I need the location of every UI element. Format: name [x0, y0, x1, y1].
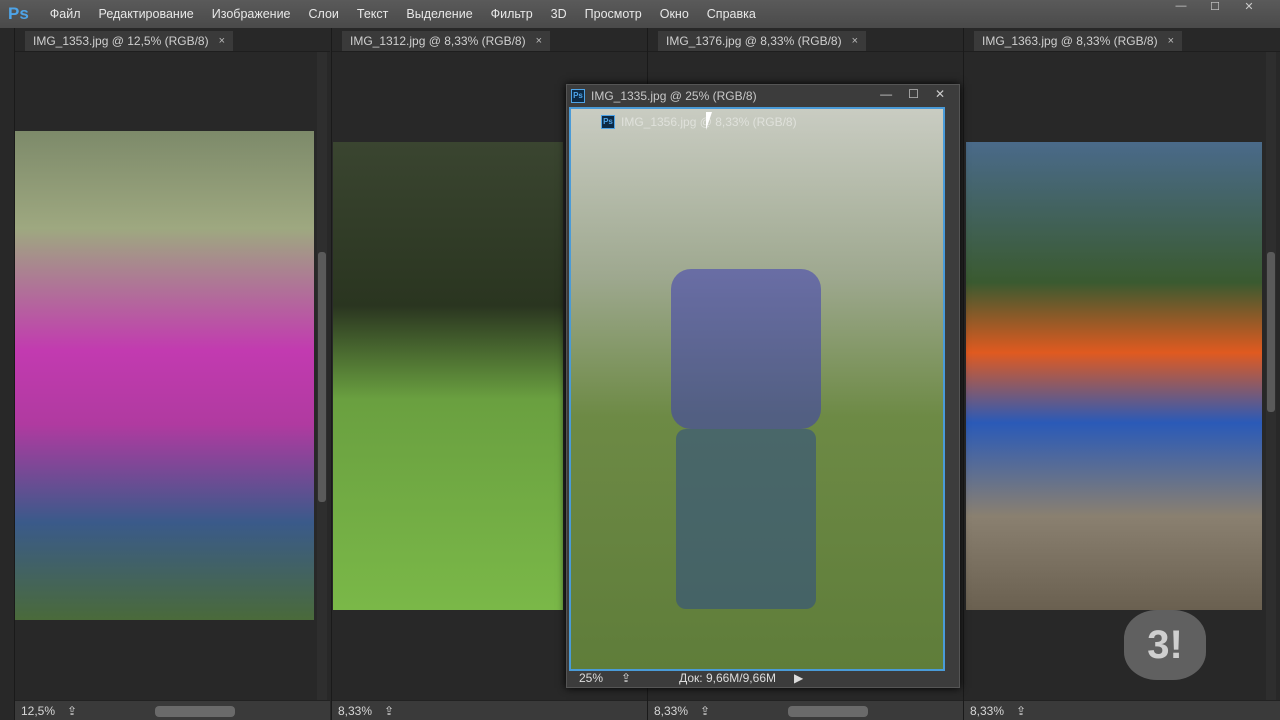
menu-help[interactable]: Справка	[698, 7, 765, 21]
document-panel-4: IMG_1363.jpg @ 8,33% (RGB/8) × 8,33% ⇪	[963, 28, 1280, 720]
share-icon[interactable]: ⇪	[1016, 704, 1026, 718]
floating-status-bar: 25% ⇪ Док: 9,66M/9,66M ▶	[567, 669, 959, 687]
minimize-button[interactable]: —	[880, 87, 892, 101]
tab-title: IMG_1363.jpg @ 8,33% (RGB/8)	[982, 33, 1158, 48]
floating-title: IMG_1335.jpg @ 25% (RGB/8)	[591, 89, 757, 103]
document-tab[interactable]: IMG_1353.jpg @ 12,5% (RGB/8) ×	[15, 30, 330, 52]
boy-shirt	[671, 269, 821, 429]
zoom-level[interactable]: 8,33%	[654, 704, 688, 718]
zoom-level[interactable]: 8,33%	[338, 704, 372, 718]
zoom-level[interactable]: 12,5%	[21, 704, 55, 718]
menu-window[interactable]: Окно	[651, 7, 698, 21]
share-icon[interactable]: ⇪	[384, 704, 394, 718]
tab-title: IMG_1353.jpg @ 12,5% (RGB/8)	[33, 33, 209, 48]
share-icon[interactable]: ⇪	[67, 704, 77, 718]
menu-image[interactable]: Изображение	[203, 7, 300, 21]
vertical-scrollbar[interactable]	[1266, 52, 1276, 700]
menu-file[interactable]: Файл	[41, 7, 90, 21]
doc-size: Док: 9,66M/9,66M	[679, 671, 776, 685]
ps-icon: Ps	[601, 115, 615, 129]
horizontal-scrollbar[interactable]	[788, 706, 868, 717]
menu-view[interactable]: Просмотр	[576, 7, 651, 21]
document-tab[interactable]: IMG_1376.jpg @ 8,33% (RGB/8) ×	[648, 30, 963, 52]
boy-jeans	[676, 429, 816, 609]
photoshop-logo: Ps	[8, 4, 29, 23]
menu-layers[interactable]: Слои	[300, 7, 348, 21]
menu-3d[interactable]: 3D	[542, 7, 576, 21]
menu-select[interactable]: Выделение	[397, 7, 481, 21]
menu-filter[interactable]: Фильтр	[482, 7, 542, 21]
watermark-logo: 3!	[1124, 610, 1206, 680]
share-icon[interactable]: ⇪	[700, 704, 710, 718]
menu-bar: Ps Файл Редактирование Изображение Слои …	[0, 0, 1280, 28]
share-icon[interactable]: ⇪	[621, 671, 631, 685]
mouse-cursor-icon	[706, 112, 712, 130]
tab-title: IMG_1376.jpg @ 8,33% (RGB/8)	[666, 33, 842, 48]
zoom-level[interactable]: 8,33%	[970, 704, 1004, 718]
ps-icon: Ps	[571, 89, 585, 103]
photo-boy-on-rock	[966, 142, 1262, 610]
close-tab-icon[interactable]: ×	[219, 35, 225, 47]
photo-boy-standing	[333, 142, 563, 610]
close-tab-icon[interactable]: ×	[1168, 35, 1174, 47]
expand-arrow-icon[interactable]: ▶	[794, 671, 803, 685]
document-panel-1: IMG_1353.jpg @ 12,5% (RGB/8) × 12,5% ⇪	[14, 28, 330, 720]
floating-document-window[interactable]: Ps IMG_1335.jpg @ 25% (RGB/8) — ☐ ✕ Ps IMG_1…	[566, 84, 960, 688]
close-tab-icon[interactable]: ×	[536, 35, 542, 47]
close-button[interactable]: ✕	[935, 87, 945, 101]
vertical-scrollbar[interactable]	[317, 52, 327, 700]
horizontal-scrollbar[interactable]	[155, 706, 235, 717]
tab-title: IMG_1312.jpg @ 8,33% (RGB/8)	[350, 33, 526, 48]
document-tab[interactable]: IMG_1312.jpg @ 8,33% (RGB/8) ×	[332, 30, 647, 52]
status-bar: 12,5% ⇪	[15, 700, 330, 720]
menu-edit[interactable]: Редактирование	[90, 7, 203, 21]
maximize-button[interactable]: ☐	[1198, 0, 1232, 16]
document-tab[interactable]: IMG_1363.jpg @ 8,33% (RGB/8) ×	[964, 30, 1280, 52]
status-bar: 8,33% ⇪	[332, 700, 647, 720]
dragged-window-ghost: Ps IMG_1356.jpg @ 8,33% (RGB/8)	[601, 115, 797, 129]
close-tab-icon[interactable]: ×	[852, 35, 858, 47]
status-bar: 8,33% ⇪	[648, 700, 963, 720]
status-bar: 8,33% ⇪	[964, 700, 1280, 720]
menu-type[interactable]: Текст	[348, 7, 397, 21]
close-button[interactable]: ✕	[1232, 0, 1266, 16]
photo-boy-overlay: Ps IMG_1356.jpg @ 8,33% (RGB/8)	[569, 107, 945, 671]
photo-mother-child	[15, 131, 314, 620]
minimize-button[interactable]: —	[1164, 0, 1198, 16]
maximize-button[interactable]: ☐	[908, 87, 919, 101]
zoom-level[interactable]: 25%	[579, 671, 603, 685]
